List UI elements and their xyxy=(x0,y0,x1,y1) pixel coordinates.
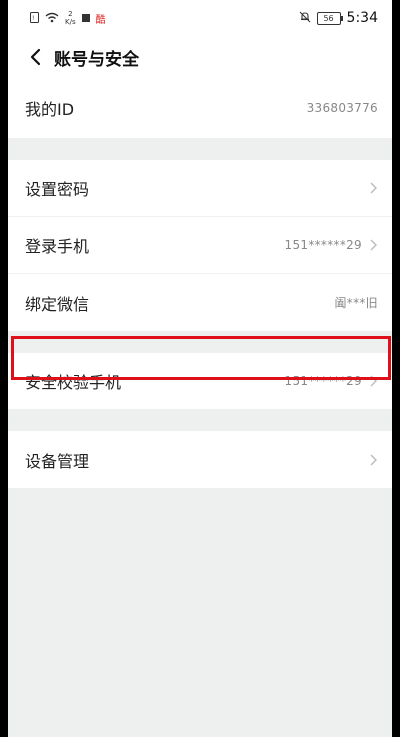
network-speed-unit: K/s xyxy=(65,18,76,26)
security-phone-label: 安全校验手机 xyxy=(25,373,122,392)
security-phone-right: 151******29 xyxy=(285,374,378,388)
app-notification-icon: 酷 xyxy=(95,14,106,26)
security-phone-value: 151******29 xyxy=(284,374,362,388)
login-phone-right: 151******29 xyxy=(285,238,378,252)
title-bar: 账号与安全 xyxy=(8,36,392,78)
account-section: 设置密码 登录手机 151******29 绑定微信 阖***旧 xyxy=(8,160,392,331)
bind-wechat-label: 绑定微信 xyxy=(25,294,90,314)
battery-icon: 56 xyxy=(316,11,343,25)
chevron-right-icon xyxy=(370,375,377,387)
phone-screen: ! 2 K/s 酷 56 5:34 账号与安全 我的ID 336803776 设… xyxy=(8,0,392,737)
device-management-row[interactable]: 设备管理 xyxy=(8,431,392,488)
status-bar: ! 2 K/s 酷 56 5:34 xyxy=(8,0,392,36)
set-password-row[interactable]: 设置密码 xyxy=(8,160,392,217)
security-phone-row[interactable]: 安全校验手机 151******29 xyxy=(8,353,392,409)
status-left: ! 2 K/s 酷 xyxy=(30,10,106,26)
wifi-icon xyxy=(45,12,59,25)
status-right: 56 5:34 xyxy=(299,10,378,26)
bind-wechat-right: 阖***旧 xyxy=(334,294,378,311)
device-management-label: 设备管理 xyxy=(25,451,90,471)
network-speed: 2 K/s xyxy=(65,10,76,26)
security-section: 安全校验手机 151******29 xyxy=(8,353,392,409)
login-phone-label: 登录手机 xyxy=(25,237,90,256)
bind-wechat-value: 阖***旧 xyxy=(334,296,378,310)
login-phone-value: 151******29 xyxy=(284,238,362,252)
chevron-right-icon xyxy=(370,182,377,194)
section-divider xyxy=(8,409,392,431)
chevron-right-icon xyxy=(370,239,377,251)
id-section: 我的ID 336803776 xyxy=(8,78,392,138)
set-password-right xyxy=(368,181,378,195)
sim-icon: ! xyxy=(30,11,39,25)
device-management-right xyxy=(368,453,378,467)
login-phone-row[interactable]: 登录手机 151******29 xyxy=(8,217,392,274)
my-id-row: 我的ID 336803776 xyxy=(8,78,392,138)
device-section: 设备管理 xyxy=(8,431,392,488)
my-id-label: 我的ID xyxy=(25,100,75,119)
section-divider xyxy=(8,331,392,353)
section-divider xyxy=(8,138,392,160)
network-speed-value: 2 xyxy=(68,10,73,18)
status-time: 5:34 xyxy=(346,10,378,26)
bind-wechat-row[interactable]: 绑定微信 阖***旧 xyxy=(8,274,392,331)
chevron-right-icon xyxy=(370,454,377,465)
svg-text:!: ! xyxy=(32,15,34,22)
mute-bell-icon xyxy=(299,11,311,25)
notification-square-icon xyxy=(81,14,90,22)
chevron-left-icon[interactable] xyxy=(22,44,48,70)
page-title: 账号与安全 xyxy=(54,49,139,70)
my-id-value: 336803776 xyxy=(306,101,378,115)
set-password-label: 设置密码 xyxy=(25,180,90,199)
